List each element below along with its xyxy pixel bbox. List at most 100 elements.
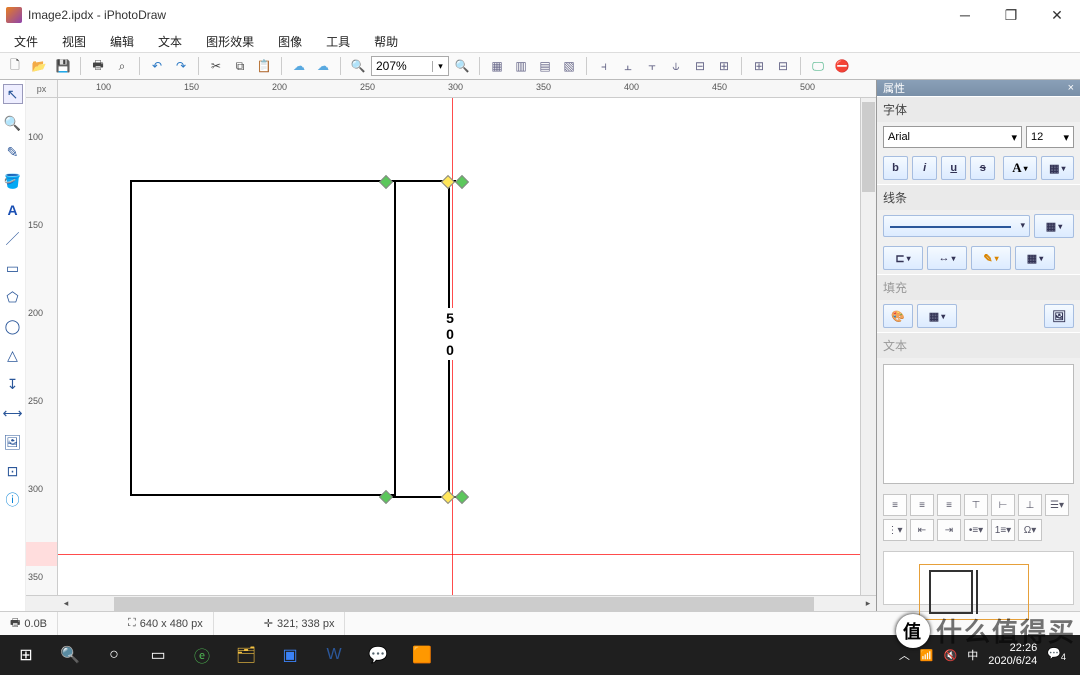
handle[interactable] — [455, 490, 469, 504]
align-right-icon[interactable]: ≡ — [937, 494, 961, 516]
handle[interactable] — [455, 175, 469, 189]
app-explorer-icon[interactable]: 🗂 — [224, 635, 268, 675]
copy-icon[interactable]: ⧉ — [231, 57, 249, 75]
align4-icon[interactable]: ⫝ — [667, 57, 685, 75]
align3-icon[interactable]: ⫟ — [643, 57, 661, 75]
magnify-icon[interactable]: 🔍 — [3, 113, 23, 133]
paste-icon[interactable]: 📋 — [255, 57, 273, 75]
grid4-icon[interactable]: ▧ — [560, 57, 578, 75]
ime-indicator[interactable]: 中 — [967, 647, 978, 663]
ellipse-icon[interactable]: ◯ — [3, 316, 23, 336]
system-tray[interactable]: ︿ 📶 🔇 中 22:262020/6/24 💬4 — [889, 642, 1076, 668]
close-button[interactable]: ✕ — [1034, 0, 1080, 30]
align6-icon[interactable]: ⊞ — [715, 57, 733, 75]
align1-icon[interactable]: ⫞ — [595, 57, 613, 75]
app-edge-icon[interactable]: ⓔ — [180, 635, 224, 675]
font-family-select[interactable]: Arial▾ — [883, 126, 1022, 148]
line-cap2-button[interactable]: ↔▾ — [927, 246, 967, 270]
volume-icon[interactable]: 🔇 — [944, 649, 958, 662]
cut-icon[interactable]: ✂ — [207, 57, 225, 75]
text-icon[interactable]: A — [3, 200, 23, 220]
search-icon[interactable]: 🔍 — [48, 635, 92, 675]
eyedropper-icon[interactable]: ✎ — [3, 142, 23, 162]
app-iphotodraw-icon[interactable]: 🟧 — [400, 635, 444, 675]
notifications-icon[interactable]: 💬4 — [1047, 647, 1066, 662]
zoom-select[interactable]: 207% ▾ — [371, 56, 449, 76]
ruler-horizontal[interactable]: 100 150 200 250 300 350 400 450 500 5 — [58, 80, 876, 98]
line-grid-button[interactable]: ▦▾ — [1034, 214, 1074, 238]
cloud2-icon[interactable]: ☁ — [314, 57, 332, 75]
clock[interactable]: 22:262020/6/24 — [988, 642, 1037, 668]
info-icon[interactable]: ⓘ — [3, 490, 23, 510]
screen-icon[interactable]: 🖵 — [809, 57, 827, 75]
list2-icon[interactable]: ⋮▾ — [883, 519, 907, 541]
maximize-button[interactable]: ❐ — [988, 0, 1034, 30]
menu-file[interactable]: 文件 — [10, 31, 42, 52]
ruler-vertical[interactable]: 100 150 200 250 300 350 — [26, 98, 58, 595]
save-icon[interactable]: 💾 — [54, 57, 72, 75]
pointer-icon[interactable]: ↖ — [3, 84, 23, 104]
image-icon[interactable]: 🖼 — [3, 432, 23, 452]
scan-icon[interactable]: ⌕ — [113, 57, 131, 75]
omega-icon[interactable]: Ω▾ — [1018, 519, 1042, 541]
bold-button[interactable]: b — [883, 156, 908, 180]
font-grid-button[interactable]: ▦▾ — [1041, 156, 1074, 180]
bullet-icon[interactable]: •≡▾ — [964, 519, 988, 541]
tray-chevron-icon[interactable]: ︿ — [899, 647, 910, 663]
scrollbar-vertical[interactable] — [860, 98, 876, 595]
redo-icon[interactable]: ↷ — [172, 57, 190, 75]
menu-image[interactable]: 图像 — [274, 31, 306, 52]
outdent-icon[interactable]: ⇥ — [937, 519, 961, 541]
print-icon[interactable]: 🖶 — [89, 57, 107, 75]
line-cap1-button[interactable]: ⊏▾ — [883, 246, 923, 270]
menu-help[interactable]: 帮助 — [370, 31, 402, 52]
menu-effects[interactable]: 图形效果 — [202, 31, 258, 52]
dimension-icon[interactable]: ⟷ — [3, 403, 23, 423]
line-color-button[interactable]: ✎▾ — [971, 246, 1011, 270]
valign-top-icon[interactable]: ⊤ — [964, 494, 988, 516]
start-button[interactable]: ⊞ — [4, 635, 48, 675]
stop-icon[interactable]: ⛔ — [833, 57, 851, 75]
number-icon[interactable]: 1≡▾ — [991, 519, 1015, 541]
italic-button[interactable]: i — [912, 156, 937, 180]
guide-horizontal[interactable] — [58, 554, 860, 555]
undo-icon[interactable]: ↶ — [148, 57, 166, 75]
dist1-icon[interactable]: ⊞ — [750, 57, 768, 75]
list1-icon[interactable]: ☰▾ — [1045, 494, 1069, 516]
menu-edit[interactable]: 编辑 — [106, 31, 138, 52]
line-style-select[interactable]: ▾ — [883, 215, 1030, 237]
dimension-label[interactable]: 500 — [442, 308, 458, 360]
menu-text[interactable]: 文本 — [154, 31, 186, 52]
grid1-icon[interactable]: ▦ — [488, 57, 506, 75]
cortana-icon[interactable]: ○ — [92, 635, 136, 675]
callout-icon[interactable]: ⊡ — [3, 461, 23, 481]
minimize-button[interactable]: ─ — [942, 0, 988, 30]
bucket-icon[interactable]: 🪣 — [3, 171, 23, 191]
wifi-icon[interactable]: 📶 — [920, 649, 934, 662]
app-word-icon[interactable]: W — [312, 635, 356, 675]
grid3-icon[interactable]: ▤ — [536, 57, 554, 75]
app-wechat-icon[interactable]: 💬 — [356, 635, 400, 675]
chevron-down-icon[interactable]: ▾ — [432, 61, 448, 72]
menu-tools[interactable]: 工具 — [322, 31, 354, 52]
scrollbar-horizontal[interactable]: ◂▸ — [26, 595, 876, 611]
triangle-icon[interactable]: △ — [3, 345, 23, 365]
font-size-select[interactable]: 12▾ — [1026, 126, 1074, 148]
font-color-button[interactable]: A▾ — [1003, 156, 1036, 180]
line-grid2-button[interactable]: ▦▾ — [1015, 246, 1055, 270]
menu-view[interactable]: 视图 — [58, 31, 90, 52]
line-icon[interactable]: ／ — [3, 229, 23, 249]
app-todesk-icon[interactable]: ▣ — [268, 635, 312, 675]
canvas[interactable]: 500 — [58, 98, 860, 595]
cloud-icon[interactable]: ☁ — [290, 57, 308, 75]
open-icon[interactable]: 📂 — [30, 57, 48, 75]
align5-icon[interactable]: ⊟ — [691, 57, 709, 75]
arrow-icon[interactable]: ↧ — [3, 374, 23, 394]
align-center-icon[interactable]: ≡ — [910, 494, 934, 516]
page-thumbnail[interactable] — [883, 551, 1074, 605]
align2-icon[interactable]: ⫠ — [619, 57, 637, 75]
zoom-in-icon[interactable]: 🔍 — [453, 57, 471, 75]
fill-image-button[interactable]: 🖼 — [1044, 304, 1074, 328]
valign-mid-icon[interactable]: ⊢ — [991, 494, 1015, 516]
shape-rectangle[interactable] — [130, 180, 396, 496]
